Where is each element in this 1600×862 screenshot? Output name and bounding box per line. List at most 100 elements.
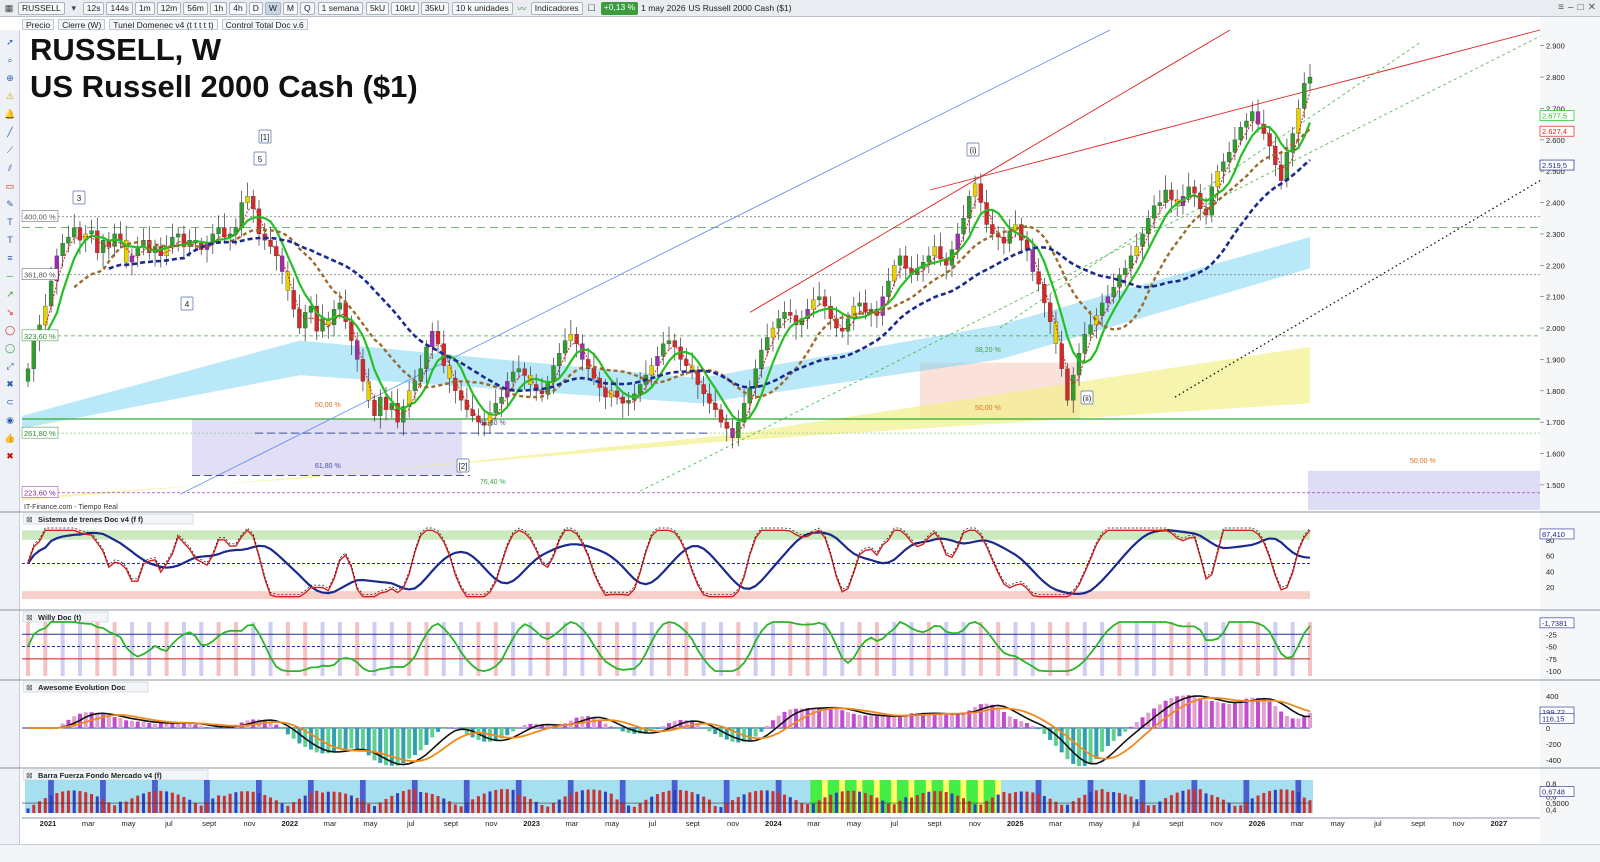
strength-bar [673,789,677,813]
strength-bar [321,792,325,813]
strength-bar [540,804,544,813]
osc-bar [869,715,874,728]
x-tick-label: mar [807,819,820,828]
willy-bar [112,622,117,676]
osc-bar [1232,702,1237,728]
strength-bar [1187,789,1191,813]
osc-bar [765,725,770,728]
candle [1071,374,1076,401]
strength-bar [1025,791,1029,813]
osc-bar [389,728,394,766]
strength-bar [1250,798,1254,813]
osc-bar [1036,728,1041,730]
willy-bar [649,622,654,676]
osc-bar [430,728,435,738]
candle [1151,205,1157,219]
osc-bar [1261,699,1266,728]
osc-bar [897,715,902,728]
y-tick-label: 2.600 [1546,136,1565,145]
osc-bar [978,704,983,728]
strength-bar [598,790,602,813]
willy-bar [1117,622,1122,676]
strength-bar [528,798,532,813]
willy-bar [805,622,810,676]
osc-bar [1134,722,1139,728]
strength-bar [72,790,76,813]
willy-bar [1273,622,1278,676]
willy-bar [545,622,550,676]
osc-bar [355,728,360,750]
strength-bar [49,795,53,813]
candle [378,396,383,417]
fib-small-label: 61,80 % [480,420,506,427]
candle [458,390,464,401]
strength-bar [1129,796,1133,813]
willy-bar [511,622,516,676]
strength-bar [736,797,740,813]
price-label: 2.519,5 [1542,161,1567,170]
strength-bar [453,804,457,813]
candle [926,255,932,263]
x-tick-label: sept [1411,819,1426,828]
osc-bar [372,728,377,761]
osc-bar [412,728,417,756]
strength-bar [979,804,983,813]
strength-bar [153,790,157,813]
willy-bar [181,622,186,676]
osc-value-label: 116,15 [1542,715,1564,724]
strength-bar [32,804,36,813]
strength-bar [430,794,434,813]
candle [1186,186,1191,197]
strength-bar [552,802,556,813]
osc-bar [308,728,313,750]
strength-bar [881,800,885,813]
candle [303,312,308,329]
osc-bar [280,728,285,730]
osc-bar [1256,697,1261,728]
candle [464,400,470,410]
osc-bar [603,723,608,728]
osc-tick-label: -400 [1546,756,1561,765]
strength-bar [557,799,561,813]
osc-tick-label: -100 [1546,667,1561,676]
x-tick-label: nov [485,819,497,828]
candle [470,409,475,417]
strength-bar [603,791,607,813]
strength-bar [338,792,342,813]
strength-bar [222,795,226,813]
osc-bar [1001,711,1006,728]
osc-bar [1279,711,1284,728]
x-tick-label: jul [890,819,899,828]
candle [216,227,221,235]
osc-bar [759,728,764,732]
osc-bar [1163,700,1168,728]
osc-bar [609,726,614,728]
strength-bar [1221,799,1225,813]
x-tick-label: nov [727,819,739,828]
candle [1244,120,1249,128]
osc-bar [926,713,931,728]
x-tick-label: 2027 [1490,819,1507,828]
candle [649,365,654,376]
candle [568,334,573,341]
osc-bar [1302,716,1307,728]
strength-bar [546,806,550,813]
willy-bar [718,622,723,676]
x-tick-label: mar [324,819,337,828]
strength-bar [759,790,763,813]
osc-tick-label: 40 [1546,567,1554,576]
osc-bar [961,712,966,728]
strength-bar [263,795,267,813]
osc-bar [326,728,331,754]
strength-bar [349,795,353,813]
osc-bar [1227,703,1232,728]
strength-bar [829,794,833,813]
strength-bar [286,805,290,813]
osc-bar [158,723,163,728]
strength-bar [84,792,88,813]
willy-bar [372,622,377,676]
strength-bar [407,789,411,813]
strength-bar [1112,792,1116,813]
chart-canvas[interactable]: 3 [1] 5 4 [2] (i) (ii) 400,00 % 361,80 % 323,60 %… [0,0,1600,862]
fib-level-label: 261,80 % [24,429,56,438]
